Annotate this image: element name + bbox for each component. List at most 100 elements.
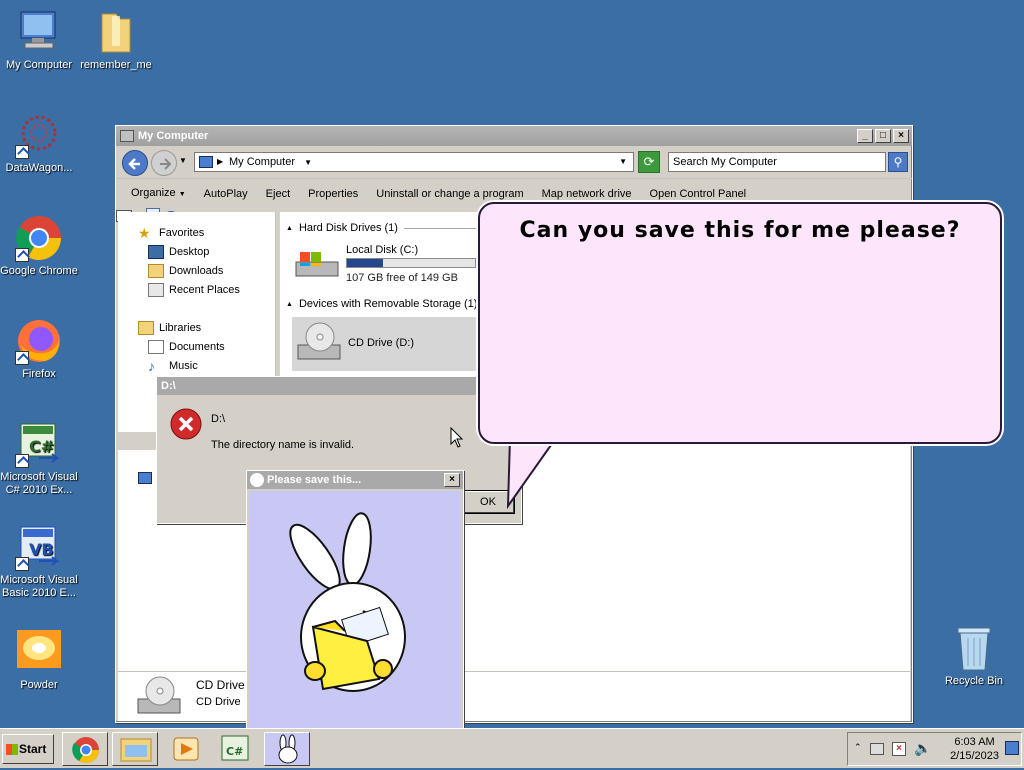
folder-icon — [92, 8, 140, 56]
search-button[interactable]: ⚲ — [888, 152, 908, 172]
desktop-icon-firefox[interactable]: Firefox — [0, 317, 79, 381]
popup-title: Please save this... — [267, 474, 362, 486]
volume-icon[interactable]: 🔈 — [914, 740, 931, 757]
explorer-folder-icon — [120, 738, 152, 762]
explorer-titlebar[interactable]: My Computer _ □ × — [116, 126, 912, 146]
windows-logo-icon — [6, 744, 18, 755]
desktop-icon-visual-basic[interactable]: VB Microsoft Visual Basic 2010 E... — [0, 523, 79, 600]
drive-usage-bar — [346, 258, 476, 268]
address-field[interactable]: ▶ My Computer ▼ ▼ — [194, 152, 634, 172]
cd-drive-name: CD Drive (D:) — [348, 337, 414, 349]
taskbar: Start C# ⌃ × 🔈 6:03 AM 2/15/2023 — [0, 728, 1024, 768]
maximize-button[interactable]: □ — [875, 129, 891, 143]
popup-bunny-icon — [250, 473, 264, 487]
system-tray: ⌃ × 🔈 6:03 AM 2/15/2023 — [847, 732, 1022, 766]
nav-desktop[interactable]: Desktop — [148, 245, 209, 259]
refresh-button[interactable]: ⟳ — [638, 151, 660, 173]
eject-button[interactable]: Eject — [257, 180, 299, 208]
autoplay-button[interactable]: AutoPlay — [195, 180, 257, 208]
desktop-icon-powder[interactable]: Powder — [0, 628, 79, 692]
error-icon — [170, 408, 202, 440]
desktop-icon-label: Microsoft Visual Basic 2010 E... — [0, 574, 78, 599]
taskbar-chrome[interactable] — [62, 732, 108, 766]
properties-button[interactable]: Properties — [299, 180, 367, 208]
collapse-chevron-icon: ▲ — [286, 300, 293, 308]
clock-time: 6:03 AM — [954, 736, 995, 748]
show-hidden-icons-chevron-icon[interactable]: ⌃ — [854, 742, 862, 753]
address-dropdown-icon[interactable]: ▼ — [619, 153, 627, 171]
back-arrow-icon — [128, 158, 140, 170]
svg-text:C#: C# — [29, 437, 54, 456]
desktop-icon-label: DataWagon... — [5, 162, 73, 174]
drive-usage-fill — [347, 259, 383, 267]
shortcut-arrow-icon — [15, 454, 29, 468]
address-separator-chevron-icon[interactable]: ▶ — [217, 153, 223, 171]
powder-icon — [15, 628, 63, 676]
recycle-bin-icon — [950, 624, 998, 672]
show-desktop-icon[interactable] — [1005, 741, 1019, 755]
popup-window: Please save this... × — [246, 470, 464, 740]
star-icon: ★ — [138, 225, 151, 241]
media-player-icon — [173, 737, 199, 761]
mouse-cursor-icon — [450, 427, 464, 448]
history-chevron-icon[interactable]: ▼ — [179, 156, 187, 165]
group-header-removable[interactable]: ▲ Devices with Removable Storage (1) — [286, 298, 477, 310]
desktop-icon — [148, 245, 164, 259]
chrome-icon — [15, 214, 63, 262]
close-button[interactable]: × — [893, 129, 909, 143]
popup-titlebar[interactable]: Please save this... × — [247, 471, 463, 489]
nav-documents[interactable]: Documents — [148, 340, 225, 354]
desktop-icon-label: Microsoft Visual C# 2010 Ex... — [0, 471, 78, 496]
shortcut-arrow-icon — [15, 351, 29, 365]
chrome-icon — [72, 737, 100, 764]
desktop-icon-chrome[interactable]: Google Chrome — [0, 214, 79, 278]
clock[interactable]: 6:03 AM 2/15/2023 — [950, 735, 999, 763]
start-button[interactable]: Start — [2, 734, 54, 764]
network-tray-icon[interactable] — [870, 743, 884, 755]
nav-recent-places[interactable]: Recent Places — [148, 283, 240, 297]
hard-disk-icon — [295, 252, 339, 277]
taskbar-popup-app[interactable] — [264, 732, 310, 766]
address-crumb-chevron-icon[interactable]: ▼ — [304, 158, 312, 167]
taskbar-explorer[interactable] — [112, 732, 158, 766]
taskbar-media-player[interactable] — [166, 732, 206, 766]
visual-csharp-icon: C# — [221, 735, 249, 761]
desktop-icon-visual-csharp[interactable]: C# Microsoft Visual C# 2010 Ex... — [0, 420, 79, 497]
window-title: My Computer — [138, 130, 209, 142]
desktop-icon-datawagon[interactable]: DataWagon... — [0, 111, 79, 175]
details-cd-drive-icon — [137, 676, 181, 714]
back-button[interactable] — [122, 150, 148, 176]
popup-close-button[interactable]: × — [444, 473, 460, 487]
action-center-icon[interactable]: × — [892, 742, 906, 756]
details-pane: CD Drive CD Drive — [118, 671, 910, 721]
forward-button[interactable] — [151, 150, 177, 176]
shortcut-arrow-icon — [15, 145, 29, 159]
drive-cd[interactable]: CD Drive (D:) — [292, 317, 482, 371]
music-icon: ♪ — [148, 358, 155, 374]
address-bar-row: ▼ ▶ My Computer ▼ ▼ ⟳ Search My Computer… — [116, 146, 912, 178]
firefox-icon — [15, 317, 63, 365]
desktop-icon-label: Google Chrome — [0, 265, 78, 277]
nav-libraries[interactable]: Libraries — [138, 321, 201, 335]
refresh-icon: ⟳ — [643, 154, 655, 169]
shortcut-arrow-icon — [15, 248, 29, 262]
search-input[interactable]: Search My Computer — [668, 152, 886, 172]
desktop-icon-remember-me[interactable]: remember_me — [76, 8, 156, 72]
organize-button[interactable]: Organize ▼ — [122, 179, 195, 209]
nav-music[interactable]: ♪ Music — [148, 359, 198, 373]
taskbar-visual-csharp[interactable]: C# — [216, 732, 256, 766]
network-icon[interactable] — [138, 472, 152, 484]
nav-favorites[interactable]: ★ Favorites — [138, 226, 204, 240]
cd-drive-icon — [297, 322, 341, 360]
libraries-icon — [138, 321, 154, 335]
datawagon-icon — [15, 111, 63, 159]
details-name: CD Drive — [196, 678, 245, 692]
documents-icon — [148, 340, 164, 354]
bunny-icon — [278, 734, 298, 764]
minimize-button[interactable]: _ — [857, 129, 873, 143]
drive-local-disk[interactable]: Local Disk (C:) 107 GB free of 149 GB — [294, 244, 476, 290]
nav-downloads[interactable]: Downloads — [148, 264, 223, 278]
error-dialog-title[interactable]: D:\ — [157, 377, 521, 395]
desktop-icon-my-computer[interactable]: My Computer — [0, 8, 79, 72]
desktop-icon-recycle-bin[interactable]: Recycle Bin — [934, 624, 1014, 688]
